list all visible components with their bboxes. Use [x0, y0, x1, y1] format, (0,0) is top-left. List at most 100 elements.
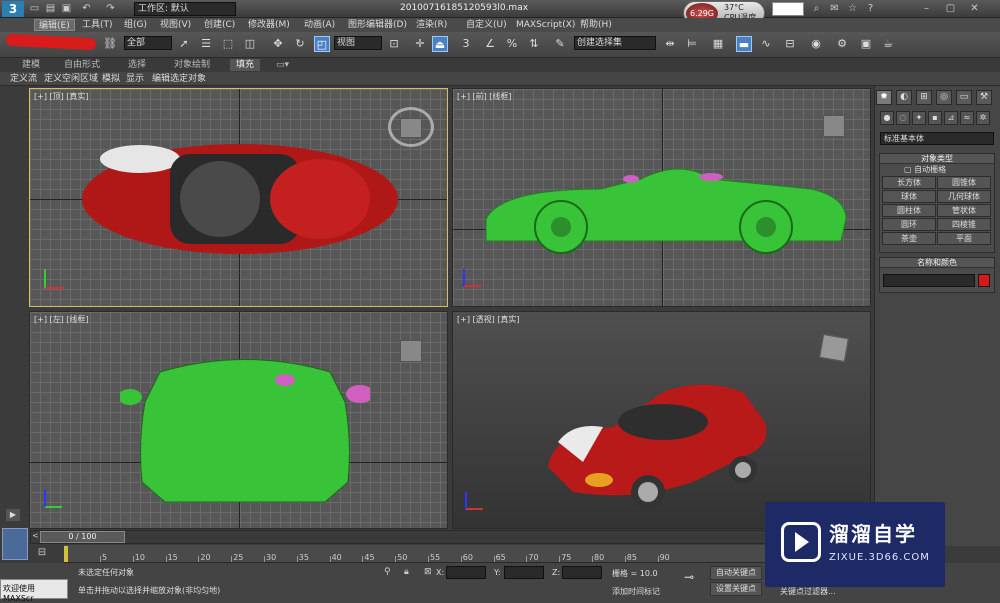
ribbon-options-icon[interactable]: ▭▾ [276, 59, 289, 71]
tab-freeform[interactable]: 自由形式 [64, 59, 100, 71]
maxscript-listener[interactable]: 欢迎使用 MAXScr [0, 579, 68, 603]
helpers-icon[interactable]: ⊿ [944, 111, 958, 125]
tab-object-paint[interactable]: 对象绘制 [174, 59, 210, 71]
torus-button[interactable]: 圆环 [882, 218, 936, 231]
minimize-icon[interactable]: – [920, 2, 933, 15]
render-setup-icon[interactable]: ⚙ [834, 36, 850, 52]
ribbon-define-idle[interactable]: 定义空闲区域 [44, 73, 98, 85]
viewport-perspective[interactable]: [+] [透视] [真实] [452, 311, 871, 529]
shapes-icon[interactable]: ◌ [896, 111, 910, 125]
schematic-view-icon[interactable]: ⊟ [782, 36, 798, 52]
viewcube-icon[interactable] [811, 332, 857, 372]
viewport-top-label[interactable]: [+] [顶] [真实] [34, 91, 89, 102]
open-file-icon[interactable]: ▤ [44, 2, 57, 15]
selection-filter-dropdown[interactable]: 全部 [124, 36, 172, 50]
angle-snap-icon[interactable]: ∠ [482, 36, 498, 52]
lock-icon[interactable]: 🔒︎ [404, 567, 409, 577]
viewcube-icon[interactable] [400, 340, 422, 362]
percent-snap-icon[interactable]: % [504, 36, 520, 52]
box-button[interactable]: 长方体 [882, 176, 936, 189]
tab-modeling[interactable]: 建模 [22, 59, 40, 71]
select-by-name-icon[interactable]: ☰ [198, 36, 214, 52]
teapot-button[interactable]: 茶壶 [882, 232, 936, 245]
render-icon[interactable]: ☕ [880, 36, 896, 52]
viewcube-icon[interactable] [388, 107, 434, 147]
material-editor-icon[interactable]: ◉ [808, 36, 824, 52]
spacewarps-icon[interactable]: ≈ [960, 111, 974, 125]
key-icon[interactable]: ⊸ [684, 570, 694, 584]
rotate-icon[interactable]: ↻ [292, 36, 308, 52]
x-coord-input[interactable] [446, 566, 486, 579]
graphite-toggle-icon[interactable]: ▬ [736, 36, 752, 52]
menu-graph-editors[interactable]: 图形编辑器(D) [344, 19, 411, 31]
mirror-icon[interactable]: ⇹ [662, 36, 678, 52]
cameras-icon[interactable]: ▪ [928, 111, 942, 125]
y-coord-input[interactable] [504, 566, 544, 579]
maximize-icon[interactable]: ▢ [944, 2, 957, 15]
tube-button[interactable]: 管状体 [937, 204, 991, 217]
z-coord-input[interactable] [562, 566, 602, 579]
ribbon-display[interactable]: 显示 [126, 73, 144, 85]
save-file-icon[interactable]: ▣ [60, 2, 73, 15]
motion-tab-icon[interactable]: ◎ [936, 90, 952, 105]
time-slider-track[interactable] [30, 530, 870, 544]
menu-maxscript[interactable]: MAXScript(X) [512, 19, 579, 31]
tab-populate[interactable]: 填充 [230, 59, 261, 71]
menu-customize[interactable]: 自定义(U) [462, 19, 511, 31]
keyboard-shortcut-icon[interactable]: ⏏ [432, 36, 448, 52]
redo-icon[interactable]: ↷ [104, 2, 117, 15]
primitive-type-dropdown[interactable]: 标准基本体 [880, 132, 994, 145]
viewport-persp-label[interactable]: [+] [透视] [真实] [457, 314, 520, 325]
manipulate-icon[interactable]: ✛ [412, 36, 428, 52]
new-file-icon[interactable]: ▭ [28, 2, 41, 15]
menu-modifiers[interactable]: 修改器(M) [244, 19, 294, 31]
car-top-view[interactable] [80, 129, 400, 269]
geometry-icon[interactable]: ● [880, 111, 894, 125]
sphere-button[interactable]: 球体 [882, 190, 936, 203]
cylinder-button[interactable]: 圆柱体 [882, 204, 936, 217]
menu-group[interactable]: 组(G) [120, 19, 151, 31]
ribbon-edit-selected[interactable]: 编辑选定对象 [152, 73, 206, 85]
search-icon[interactable]: ⌕ [810, 2, 823, 15]
autogrid-checkbox[interactable]: ▢ 自动栅格 [880, 164, 994, 175]
menu-animation[interactable]: 动画(A) [300, 19, 339, 31]
viewport-front[interactable]: [+] [前] [线框] [452, 88, 871, 307]
car-front-wireframe[interactable] [481, 149, 851, 259]
modify-tab-icon[interactable]: ◐ [896, 90, 912, 105]
add-time-tag[interactable]: 添加时间标记 [612, 586, 660, 597]
viewcube-icon[interactable] [823, 115, 845, 137]
layer-manager-icon[interactable]: ▦ [710, 36, 726, 52]
cone-button[interactable]: 圆锥体 [937, 176, 991, 189]
systems-icon[interactable]: ✲ [976, 111, 990, 125]
snap-toggle-icon[interactable]: 3 [458, 36, 474, 52]
auto-key-button[interactable]: 自动关键点 [710, 566, 762, 580]
undo-icon[interactable]: ↶ [80, 2, 93, 15]
rendered-frame-icon[interactable]: ▣ [858, 36, 874, 52]
workspace-dropdown[interactable]: 工作区: 默认 [134, 2, 236, 16]
menu-tools[interactable]: 工具(T) [78, 19, 117, 31]
pyramid-button[interactable]: 四棱锥 [937, 218, 991, 231]
edit-named-sel-icon[interactable]: ✎ [552, 36, 568, 52]
object-type-title[interactable]: 对象类型 [880, 154, 994, 164]
expand-arrow-icon[interactable]: ▶ [6, 509, 20, 521]
help-icon[interactable]: ? [864, 2, 877, 15]
viewport-left[interactable]: [+] [左] [线框] [29, 311, 448, 529]
ribbon-define-flows[interactable]: 定义流 [10, 73, 37, 85]
display-tab-icon[interactable]: ▭ [956, 90, 972, 105]
named-selection-dropdown[interactable]: 创建选择集 [574, 36, 656, 50]
menu-views[interactable]: 视图(V) [156, 19, 195, 31]
absolute-mode-icon[interactable]: ⊠ [424, 567, 432, 577]
object-name-input[interactable] [883, 274, 975, 287]
prev-frame-icon[interactable]: < [31, 531, 40, 543]
window-crossing-icon[interactable]: ◫ [242, 36, 258, 52]
star-icon[interactable]: ☆ [846, 2, 859, 15]
object-color-swatch[interactable] [978, 274, 990, 287]
search-input[interactable] [772, 2, 804, 16]
key-filters-button[interactable]: 关键点过滤器... [780, 586, 836, 597]
utilities-tab-icon[interactable]: ⚒ [976, 90, 992, 105]
set-key-button[interactable]: 设置关键点 [710, 582, 762, 596]
car-left-wireframe[interactable] [120, 352, 370, 512]
menu-create[interactable]: 创建(C) [200, 19, 239, 31]
name-color-title[interactable]: 名称和颜色 [880, 258, 994, 268]
create-tab-icon[interactable]: ✹ [876, 90, 892, 105]
